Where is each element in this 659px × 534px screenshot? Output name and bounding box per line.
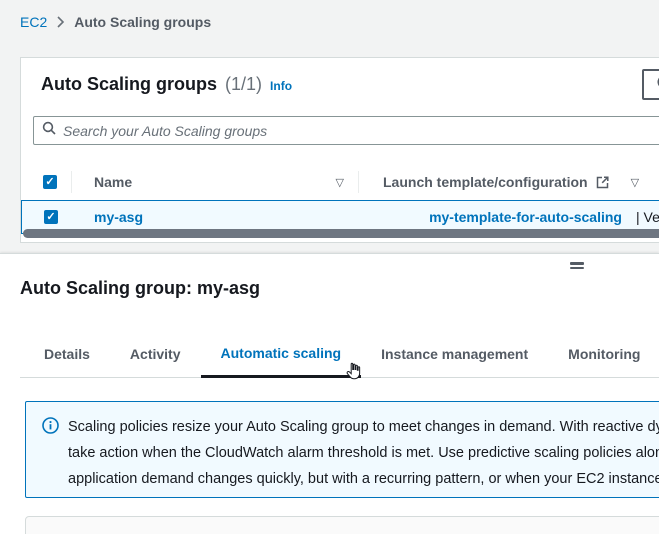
banner-text-line: application demand changes quickly, but … (68, 466, 659, 492)
breadcrumb-chevron-icon (56, 16, 65, 28)
split-panel-resize-handle[interactable] (570, 262, 584, 270)
external-link-icon[interactable] (596, 176, 609, 189)
row-checkbox[interactable]: ✓ (44, 210, 58, 224)
breadcrumb-current: Auto Scaling groups (74, 14, 211, 30)
sort-icon[interactable]: ▽ (336, 176, 344, 189)
page-title: Auto Scaling groups (41, 74, 217, 95)
search-icon (42, 121, 56, 140)
asg-name-link[interactable]: my-asg (94, 209, 143, 225)
tab-monitoring[interactable]: Monitoring (548, 330, 659, 377)
sort-icon[interactable]: ▽ (631, 176, 639, 189)
table-header-row: ✓ Name ▽ Launch template/configuration ▽ (21, 164, 659, 200)
launch-template-link[interactable]: my-template-for-auto-scaling (429, 209, 622, 225)
asg-list-card: Auto Scaling groups (1/1) Info ✓ (20, 57, 659, 243)
refresh-button[interactable] (642, 69, 659, 100)
tab-bar: Details Activity Automatic scaling Insta… (20, 330, 659, 378)
column-header-name: Name (94, 174, 132, 190)
breadcrumb: EC2 Auto Scaling groups (20, 14, 211, 30)
tab-activity[interactable]: Activity (110, 330, 201, 377)
search-box (33, 116, 659, 145)
detail-panel: Auto Scaling group: my-asg Details Activ… (0, 253, 659, 534)
launch-template-version: | Version I (636, 209, 659, 225)
search-input[interactable] (63, 123, 659, 139)
tab-details[interactable]: Details (20, 330, 110, 377)
horizontal-scrollbar[interactable] (23, 229, 659, 238)
breadcrumb-ec2-link[interactable]: EC2 (20, 14, 47, 30)
column-header-launch-template: Launch template/configuration (383, 174, 588, 190)
banner-text-line: Scaling policies resize your Auto Scalin… (68, 414, 659, 440)
scaling-policies-info-banner: Scaling policies resize your Auto Scalin… (25, 401, 659, 498)
tab-instance-management[interactable]: Instance management (361, 330, 548, 377)
select-all-checkbox[interactable]: ✓ (43, 175, 57, 189)
info-link[interactable]: Info (270, 79, 292, 93)
result-count: (1/1) (225, 74, 262, 95)
aws-console-viewport: EC2 Auto Scaling groups Auto Scaling gro… (0, 0, 659, 534)
list-card-header: Auto Scaling groups (1/1) Info (21, 58, 659, 106)
scaling-policies-card (25, 516, 659, 534)
tab-automatic-scaling[interactable]: Automatic scaling (201, 330, 362, 378)
info-icon (42, 417, 59, 439)
banner-text-line: take action when the CloudWatch alarm th… (68, 440, 659, 466)
detail-panel-title: Auto Scaling group: my-asg (20, 278, 260, 299)
